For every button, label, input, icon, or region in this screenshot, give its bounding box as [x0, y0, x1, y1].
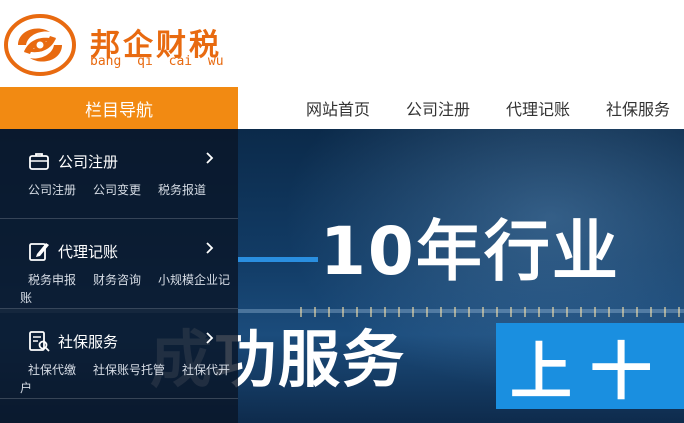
category-company-registration: 公司注册 公司注册 公司变更 税务报道	[0, 129, 238, 219]
logo-swirl-icon	[4, 14, 76, 76]
banner-headline: 10年行业	[320, 213, 620, 290]
site-header: 邦企财税 bang qi cai wu	[0, 0, 684, 87]
sublink-company-registration[interactable]: 公司注册	[28, 183, 76, 197]
category-header[interactable]: 代理记账	[28, 239, 118, 263]
nav-links: 网站首页 公司注册 代理记账 社保服务	[238, 87, 684, 129]
category-header[interactable]: 公司注册	[28, 149, 118, 173]
category-title: 社保服务	[58, 332, 119, 351]
category-sublinks: 公司注册 公司变更 税务报道	[20, 181, 238, 199]
sublink-financial-consulting[interactable]: 财务咨询	[93, 273, 141, 287]
category-bookkeeping: 代理记账 税务申报 财务咨询 小规模企业记账	[0, 219, 238, 309]
banner-highlight: 上十	[496, 323, 684, 409]
briefcase-icon	[29, 153, 49, 170]
category-sublinks: 税务申报 财务咨询 小规模企业记账	[20, 271, 238, 307]
nav-link-company-registration[interactable]: 公司注册	[406, 96, 470, 120]
banner-accent-line	[238, 257, 318, 262]
category-title: 公司注册	[58, 152, 119, 171]
category-menu: 公司注册 公司注册 公司变更 税务报道 代理记账 税务申报 财务咨询 小规模企业记账	[0, 129, 238, 423]
main-nav: 栏目导航 网站首页 公司注册 代理记账 社保服务	[0, 87, 684, 129]
sublink-social-security-payment[interactable]: 社保代缴	[28, 363, 76, 377]
category-title: 代理记账	[58, 242, 119, 261]
logo-pinyin: bang qi cai wu	[90, 54, 224, 69]
sublink-tax-filing[interactable]: 税务申报	[28, 273, 76, 287]
sublink-tax-report[interactable]: 税务报道	[158, 183, 206, 197]
nav-link-social-security[interactable]: 社保服务	[606, 96, 670, 120]
category-social-security: 社保服务 社保代缴 社保账号托管 社保代开户	[0, 309, 238, 399]
site-logo[interactable]: 邦企财税 bang qi cai wu	[4, 12, 244, 78]
banner-subline-text: 功服务	[214, 323, 407, 396]
sublink-company-change[interactable]: 公司变更	[93, 183, 141, 197]
chevron-right-icon[interactable]	[203, 331, 217, 345]
edit-icon	[29, 243, 49, 261]
category-sublinks: 社保代缴 社保账号托管 社保代开户	[20, 361, 238, 397]
chevron-right-icon[interactable]	[203, 241, 217, 255]
nav-link-bookkeeping[interactable]: 代理记账	[506, 96, 570, 120]
category-header[interactable]: 社保服务	[28, 329, 118, 353]
category-nav-toggle[interactable]: 栏目导航	[0, 87, 238, 129]
sublink-social-security-account-custody[interactable]: 社保账号托管	[93, 363, 165, 377]
chevron-right-icon[interactable]	[203, 151, 217, 165]
document-search-icon	[29, 331, 50, 352]
banner-city-lights	[300, 307, 684, 317]
nav-link-home[interactable]: 网站首页	[306, 96, 370, 120]
